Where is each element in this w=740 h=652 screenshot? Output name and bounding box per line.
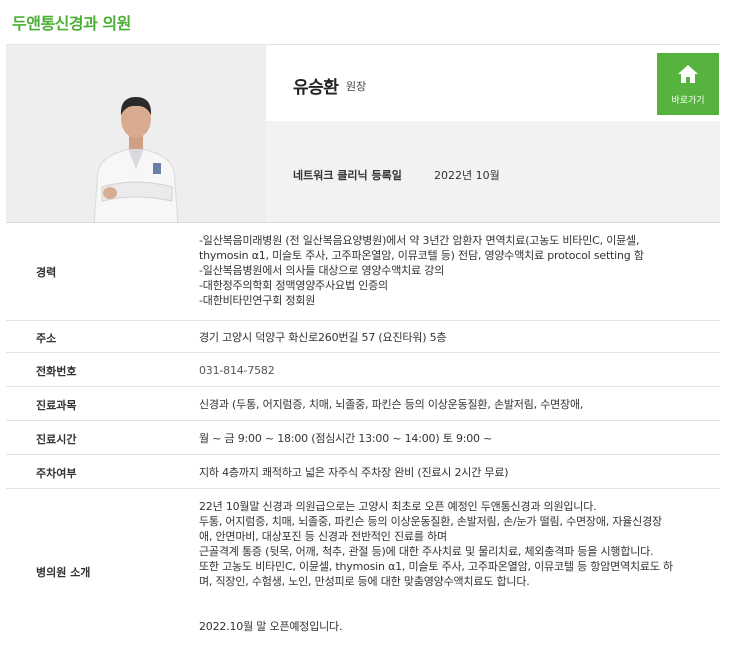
clinic-name: 두앤통신경과 의원 xyxy=(12,14,131,33)
row-intro: 병의원 소개 22년 10월말 신경과 의원급으로는 고양시 최초로 오픈 예정… xyxy=(6,489,720,639)
row-parking: 주차여부 지하 4층까지 쾌적하고 넓은 자주식 주차장 완비 (진료시 2시간… xyxy=(6,455,720,489)
address-value: 경기 고양시 덕양구 화신로260번길 57 (요진타워) 5층 xyxy=(199,331,447,344)
hours-value: 월 ~ 금 9:00 ~ 18:00 (점심시간 13:00 ~ 14:00) … xyxy=(199,432,493,445)
doctor-photo xyxy=(6,45,266,223)
go-to-clinic-button[interactable]: 바로가기 xyxy=(657,53,719,115)
career-line: -대한비타민연구회 정회원 xyxy=(199,294,316,307)
address-label: 주소 xyxy=(36,332,57,345)
intro-line: 애, 안면마비, 대상포진 등 신경과 전반적인 진료를 하며 xyxy=(199,530,447,543)
intro-closing: 2022.10월 말 오픈예정입니다. xyxy=(199,620,343,633)
parking-value: 지하 4층까지 쾌적하고 넓은 자주식 주차장 완비 (진료시 2시간 무료) xyxy=(199,466,509,479)
career-line: -대한정주의학회 정맥영양주사요법 인증의 xyxy=(199,279,388,292)
intro-line: 22년 10월말 신경과 의원급으로는 고양시 최초로 오픈 예정인 두앤통신경… xyxy=(199,500,597,513)
intro-line: 근골격계 통증 (뒷목, 어깨, 척추, 관절 등)에 대한 주사치료 및 물리… xyxy=(199,545,654,558)
row-career: 경력 -일산복음미래병원 (전 일산복음요양병원)에서 약 3년간 암환자 면역… xyxy=(6,223,720,321)
go-button-label: 바로가기 xyxy=(671,96,705,106)
parking-label: 주차여부 xyxy=(36,467,77,480)
intro-value: 22년 10월말 신경과 의원급으로는 고양시 최초로 오픈 예정인 두앤통신경… xyxy=(199,499,713,634)
doctor-portrait-image xyxy=(6,45,266,223)
intro-line: 며, 직장인, 수험생, 노인, 만성피로 등에 대한 맞춤영양수액치료도 합니… xyxy=(199,575,530,588)
intro-spacer xyxy=(199,589,713,604)
doctor-title: 원장 xyxy=(346,80,367,93)
career-line: -일산복음병원에서 의사들 대상으로 영양수액치료 강의 xyxy=(199,264,445,277)
registered-label: 네트워크 클리닉 등록일 xyxy=(293,169,402,182)
row-departments: 진료과목 신경과 (두통, 어지럼증, 치매, 뇌졸중, 파킨슨 등의 이상운동… xyxy=(6,387,720,421)
doctor-profile-card: 유승환 원장 바로가기 네트워크 클리닉 등록일 2022년 10월 xyxy=(6,44,720,223)
departments-value: 신경과 (두통, 어지럼증, 치매, 뇌졸중, 파킨슨 등의 이상운동질환, 손… xyxy=(199,398,584,411)
registered-date: 2022년 10월 xyxy=(434,169,500,182)
row-phone: 전화번호 031-814-7582 xyxy=(6,353,720,387)
home-icon xyxy=(678,65,698,83)
career-line: thymosin α1, 미슬토 주사, 고주파온열암, 이뮤코텔 등) 전담,… xyxy=(199,249,644,262)
doctor-info-header: 유승환 원장 바로가기 xyxy=(266,45,720,121)
hours-label: 진료시간 xyxy=(36,433,77,446)
departments-label: 진료과목 xyxy=(36,399,77,412)
career-value: -일산복음미래병원 (전 일산복음요양병원)에서 약 3년간 암환자 면역치료(… xyxy=(199,233,713,308)
intro-label: 병의원 소개 xyxy=(36,566,91,579)
phone-label: 전화번호 xyxy=(36,365,77,378)
intro-line: 또한 고농도 비타민C, 이뮨셀, thymosin α1, 미슬토 주사, 고… xyxy=(199,560,673,573)
clinic-details-table: 경력 -일산복음미래병원 (전 일산복음요양병원)에서 약 3년간 암환자 면역… xyxy=(6,222,720,639)
row-hours: 진료시간 월 ~ 금 9:00 ~ 18:00 (점심시간 13:00 ~ 14… xyxy=(6,421,720,455)
phone-value[interactable]: 031-814-7582 xyxy=(199,363,713,378)
doctor-name: 유승환 xyxy=(293,78,339,98)
intro-spacer xyxy=(199,604,713,619)
row-address: 주소 경기 고양시 덕양구 화신로260번길 57 (요진타워) 5층 xyxy=(6,321,720,353)
career-label: 경력 xyxy=(36,266,57,279)
registration-info: 네트워크 클리닉 등록일 2022년 10월 xyxy=(266,121,720,223)
intro-line: 두통, 어지럼증, 치매, 뇌졸중, 파킨슨 등의 이상운동질환, 손발저림, … xyxy=(199,515,662,528)
career-line: -일산복음미래병원 (전 일산복음요양병원)에서 약 3년간 암환자 면역치료(… xyxy=(199,234,640,247)
